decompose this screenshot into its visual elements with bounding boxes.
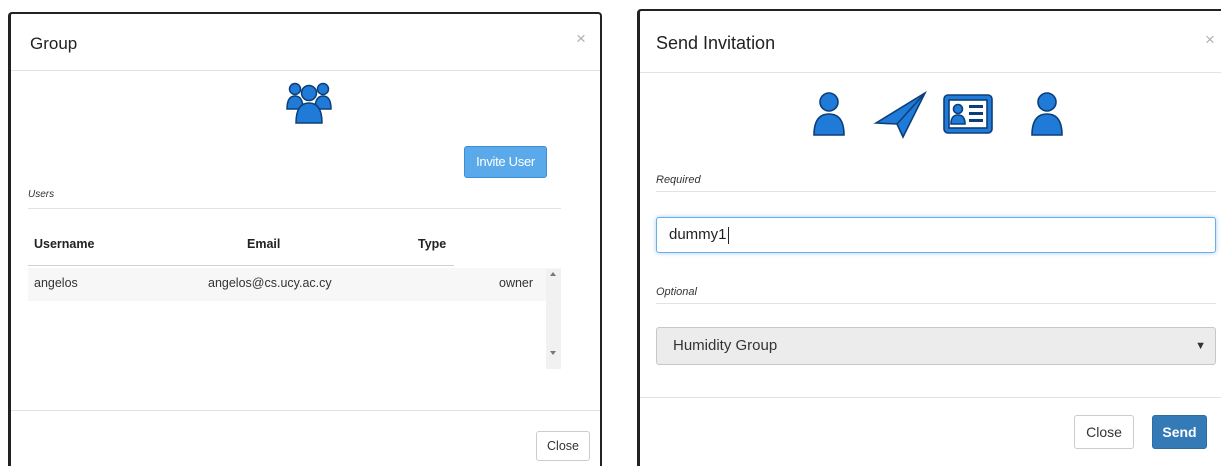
- required-label: Required: [656, 174, 701, 186]
- cell-type: owner: [499, 276, 534, 290]
- group-select[interactable]: Humidity Group ▼: [656, 327, 1216, 365]
- scroll-down-arrow-icon[interactable]: [550, 351, 556, 355]
- invite-user-button[interactable]: Invite User: [464, 146, 547, 178]
- group-select-value: Humidity Group: [673, 337, 778, 354]
- optional-divider: [656, 303, 1216, 304]
- optional-label: Optional: [656, 286, 697, 298]
- column-header-username[interactable]: Username: [34, 237, 94, 251]
- users-section-divider: [28, 208, 561, 209]
- scroll-up-arrow-icon[interactable]: [550, 272, 556, 276]
- users-section-label: Users: [28, 189, 55, 200]
- group-modal-footer-divider: [11, 410, 600, 411]
- send-invitation-close-x[interactable]: ×: [1205, 31, 1215, 48]
- group-users-icon: [286, 82, 332, 124]
- user-icon: [1031, 92, 1063, 136]
- group-modal: Group × Invite User Users Username Email…: [8, 12, 602, 466]
- group-modal-title: Group: [30, 34, 78, 53]
- send-button[interactable]: Send: [1152, 415, 1207, 449]
- invitation-close-button[interactable]: Close: [1074, 415, 1134, 449]
- send-invitation-modal: Send Invitation × Required dummy1 Option…: [637, 9, 1221, 466]
- required-divider: [656, 191, 1216, 192]
- table-header-divider: [28, 265, 454, 266]
- group-close-button[interactable]: Close: [536, 431, 590, 461]
- dropdown-arrow-icon: ▼: [1195, 340, 1206, 352]
- username-input-value: dummy1: [669, 226, 727, 243]
- paper-plane-icon: [873, 91, 927, 139]
- id-card-icon: [943, 94, 993, 134]
- invitation-icons-row: [813, 91, 1063, 139]
- screenshot-stage: Group × Invite User Users Username Email…: [0, 0, 1221, 466]
- group-modal-close-x[interactable]: ×: [576, 30, 586, 47]
- group-modal-header-divider: [11, 70, 600, 71]
- user-icon: [813, 92, 845, 136]
- username-input[interactable]: dummy1: [656, 217, 1216, 253]
- cell-username: angelos: [34, 276, 78, 290]
- send-invitation-header-divider: [640, 72, 1221, 73]
- column-header-email[interactable]: Email: [247, 237, 280, 251]
- send-invitation-footer-divider: [640, 397, 1221, 398]
- send-invitation-title: Send Invitation: [656, 33, 776, 53]
- column-header-type[interactable]: Type: [418, 237, 446, 251]
- cell-email: angelos@cs.ucy.ac.cy: [208, 276, 332, 290]
- text-caret: [727, 226, 729, 244]
